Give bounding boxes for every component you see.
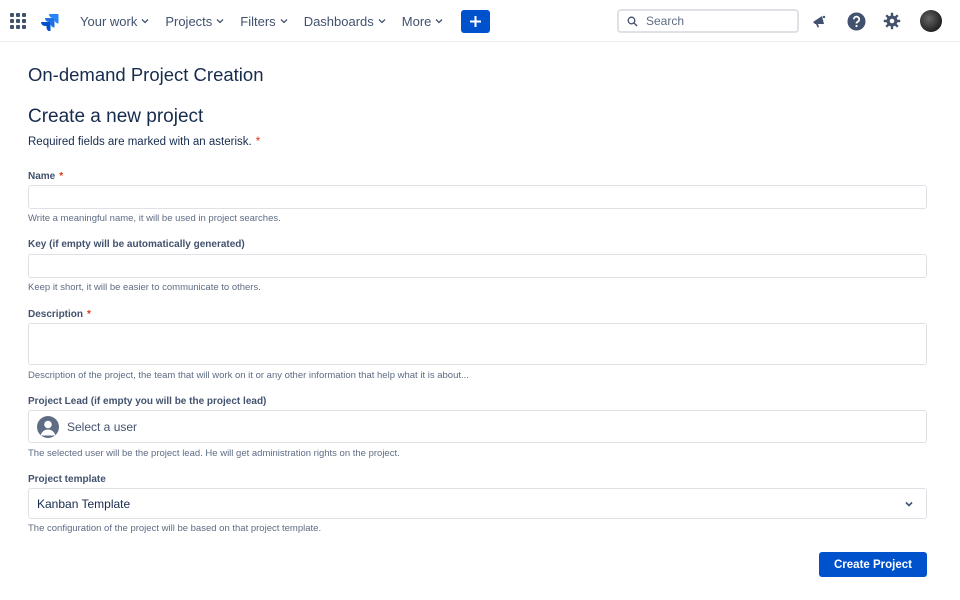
name-label-text: Name [28, 171, 56, 182]
required-note: Required fields are marked with an aster… [28, 136, 260, 148]
chevron-down-icon [905, 501, 913, 507]
menu-more[interactable]: More [394, 6, 452, 36]
menu-your-work[interactable]: Your work [72, 6, 157, 36]
name-input[interactable] [28, 185, 927, 209]
name-help: Write a meaningful name, it will be used… [28, 213, 281, 224]
top-navigation: Your work Projects Filters Dashboards Mo… [0, 0, 960, 42]
project-template-label: Project template [28, 474, 106, 485]
question-mark-icon [847, 12, 865, 30]
profile-avatar[interactable] [920, 10, 942, 32]
description-label: Description * [28, 309, 91, 320]
menu-more-label: More [401, 13, 432, 29]
chevron-down-icon [280, 19, 288, 24]
page-title: On-demand Project Creation [28, 64, 264, 85]
description-help: Description of the project, the team tha… [28, 370, 469, 381]
menu-filters-label: Filters [240, 13, 276, 29]
chevron-down-icon [435, 19, 443, 24]
chevron-down-icon [141, 19, 149, 24]
app-switcher-icon[interactable] [10, 13, 26, 29]
search-box[interactable] [617, 9, 799, 33]
project-lead-placeholder: Select a user [67, 419, 138, 434]
menu-your-work-label: Your work [80, 13, 138, 29]
menu-dashboards[interactable]: Dashboards [296, 6, 394, 36]
default-user-avatar-icon [37, 415, 59, 438]
create-button[interactable] [461, 9, 491, 33]
menu-projects-label: Projects [165, 13, 213, 29]
create-project-button[interactable]: Create Project [819, 552, 927, 577]
person-icon [40, 420, 56, 435]
required-asterisk: * [255, 136, 261, 148]
menu-filters[interactable]: Filters [232, 6, 295, 36]
plus-icon [470, 15, 482, 27]
name-label: Name * [28, 171, 63, 182]
project-lead-label: Project Lead (if empty you will be the p… [28, 396, 267, 407]
menu-projects[interactable]: Projects [157, 6, 232, 36]
jira-logo-icon[interactable] [40, 11, 60, 31]
chevron-down-icon [378, 19, 386, 24]
description-textarea[interactable] [28, 323, 927, 365]
required-note-text: Required fields are marked with an aster… [28, 136, 252, 148]
project-lead-help: The selected user will be the project le… [28, 448, 400, 459]
key-input[interactable] [28, 254, 927, 278]
search-input[interactable] [646, 14, 786, 28]
gear-icon [883, 12, 901, 30]
project-template-value: Kanban Template [37, 496, 131, 511]
description-required-asterisk: * [87, 309, 91, 320]
main-menu: Your work Projects Filters Dashboards Mo… [72, 0, 491, 42]
key-help: Keep it short, it will be easier to comm… [28, 282, 261, 293]
key-label: Key (if empty will be automatically gene… [28, 239, 245, 250]
help-icon[interactable] [846, 11, 866, 31]
menu-dashboards-label: Dashboards [303, 13, 374, 29]
settings-icon[interactable] [882, 11, 902, 31]
chevron-down-icon [216, 19, 224, 24]
description-label-text: Description [28, 309, 84, 320]
project-template-select[interactable]: Kanban Template [28, 488, 927, 519]
section-title: Create a new project [28, 106, 204, 127]
notifications-icon[interactable] [809, 11, 829, 31]
project-template-help: The configuration of the project will be… [28, 523, 322, 534]
project-lead-user-picker[interactable]: Select a user [28, 410, 927, 443]
name-required-asterisk: * [59, 171, 64, 182]
megaphone-icon [813, 15, 826, 28]
search-icon [627, 16, 638, 26]
